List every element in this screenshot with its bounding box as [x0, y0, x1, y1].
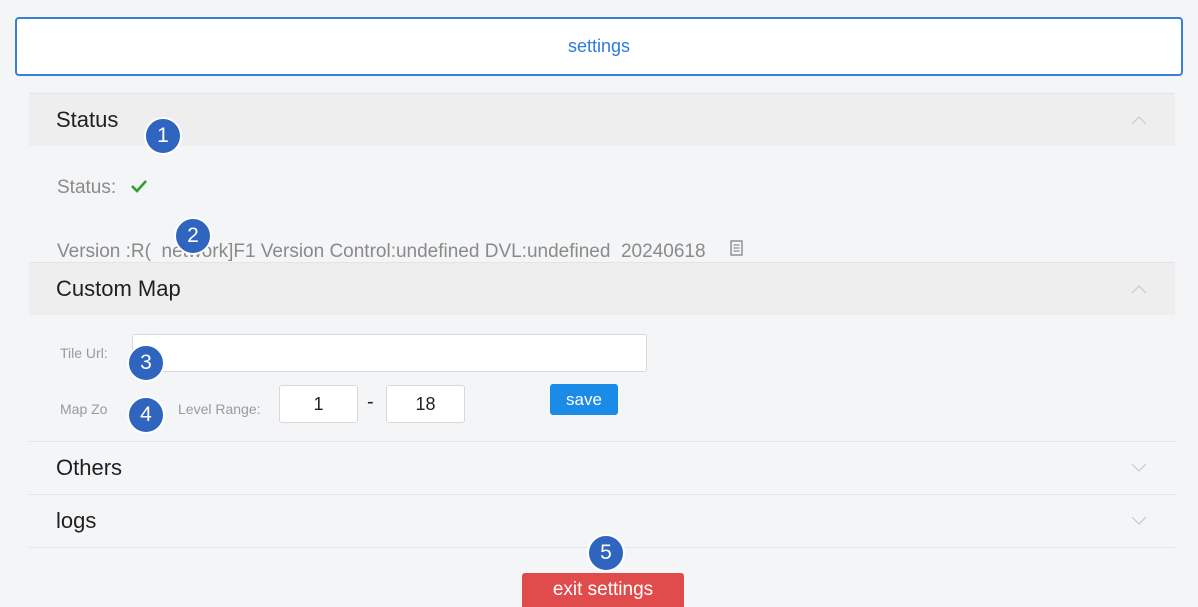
annotation-badge-5: 5 [587, 534, 625, 572]
custom-map-panel-header[interactable]: Custom Map [29, 263, 1175, 315]
exit-settings-button[interactable]: exit settings [522, 573, 684, 607]
custom-map-panel-title: Custom Map [56, 276, 181, 301]
status-panel-header[interactable]: Status [29, 94, 1175, 146]
others-panel-header[interactable]: Others [29, 442, 1175, 494]
zoom-max-value: 18 [415, 393, 436, 414]
logs-panel-title: logs [56, 508, 97, 533]
status-panel-title: Status [56, 107, 119, 132]
range-separator: - [367, 391, 374, 413]
annotation-badge-3: 3 [127, 344, 165, 382]
zoom-min-input[interactable]: 1 [279, 385, 358, 423]
status-label: Status: [57, 177, 117, 198]
annotation-badge-4: 4 [127, 396, 165, 434]
chevron-up-icon [1131, 115, 1147, 125]
chevron-up-icon [1131, 284, 1147, 294]
tile-url-input[interactable] [132, 334, 647, 372]
settings-header-button[interactable]: settings [15, 17, 1183, 76]
status-row: Status: [57, 177, 148, 199]
zoom-range-label-left: Map Zo [60, 401, 108, 417]
annotation-badge-1: 1 [144, 117, 182, 155]
zoom-range-label-right: Level Range: [178, 401, 261, 417]
others-panel: Others [29, 441, 1175, 494]
save-label: save [566, 389, 602, 409]
check-icon [130, 179, 148, 198]
exit-settings-label: exit settings [552, 579, 654, 600]
version-text: Version :R( network]F1 Version Control:u… [57, 240, 706, 262]
zoom-max-input[interactable]: 18 [386, 385, 465, 423]
annotation-badge-2: 2 [174, 217, 212, 255]
custom-map-panel: Custom Map [29, 262, 1175, 315]
status-panel: Status [29, 93, 1175, 146]
settings-title: settings [567, 36, 631, 56]
chevron-down-icon [1131, 516, 1147, 526]
zoom-min-value: 1 [313, 393, 324, 414]
tile-url-label: Tile Url: [60, 345, 108, 361]
chevron-down-icon [1131, 463, 1147, 473]
others-panel-title: Others [56, 455, 123, 480]
save-button[interactable]: save [550, 384, 618, 415]
